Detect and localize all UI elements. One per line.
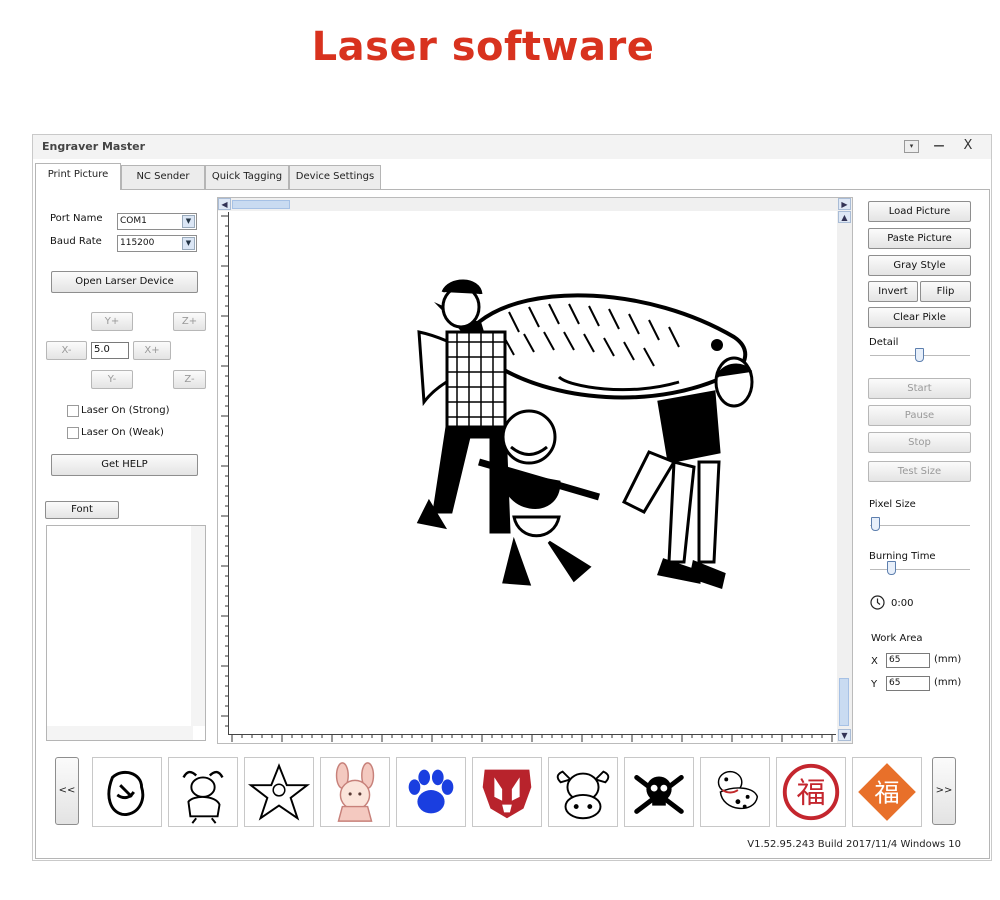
fu-diamond-text: 福 [874, 779, 899, 808]
fu-seal-text: 福 [796, 776, 825, 810]
chevron-down-icon: ▼ [182, 215, 195, 228]
test-size-button[interactable]: Test Size [868, 461, 971, 482]
pixel-size-label: Pixel Size [869, 499, 916, 510]
fu-diamond-icon[interactable]: 福 [852, 757, 922, 827]
title-bar: Engraver Master ▾ — X [33, 135, 991, 159]
laser-strong-checkbox[interactable] [67, 405, 79, 417]
text-area[interactable] [46, 525, 206, 741]
burning-time-slider[interactable] [887, 561, 897, 575]
bunny-girl-icon[interactable] [320, 757, 390, 827]
clear-pixle-button[interactable]: Clear Pixle [868, 307, 971, 328]
autobot-logo-icon[interactable] [472, 757, 542, 827]
start-button[interactable]: Start [868, 378, 971, 399]
burning-time-slider-track [870, 569, 970, 571]
tab-nc-sender[interactable]: NC Sender [121, 165, 205, 189]
chevron-down-icon: ▼ [182, 237, 195, 250]
dalmatian-icon[interactable] [700, 757, 770, 827]
work-area-y-input[interactable]: 65 [886, 676, 930, 691]
window-title: Engraver Master [42, 140, 146, 153]
canvas-hscroll-thumb[interactable] [232, 200, 290, 209]
gallery-next-button[interactable]: >> [932, 757, 956, 825]
detail-slider[interactable] [915, 348, 924, 362]
load-picture-button[interactable]: Load Picture [868, 201, 971, 222]
port-name-select[interactable]: COM1 ▼ [117, 213, 197, 230]
jog-step-input[interactable]: 5.0 [91, 342, 129, 359]
work-area-y-unit: (mm) [934, 677, 962, 688]
baud-rate-value: 115200 [120, 238, 155, 248]
canvas-hscrollbar[interactable]: ◀ [218, 198, 838, 211]
gallery-prev-button[interactable]: << [55, 757, 79, 825]
work-area-y-label: Y [871, 679, 878, 690]
text-area-scrollbar[interactable] [191, 526, 205, 726]
work-area-label: Work Area [871, 633, 923, 644]
text-area-hscrollbar[interactable] [47, 726, 193, 740]
burning-time-label: Burning Time [869, 551, 936, 562]
bull-icon[interactable] [168, 757, 238, 827]
scroll-down-icon[interactable]: ▼ [838, 729, 851, 741]
clock-icon [870, 595, 885, 610]
scroll-right-icon[interactable]: ▶ [838, 198, 851, 210]
font-button[interactable]: Font [45, 501, 119, 519]
work-area-x-input[interactable]: 65 [886, 653, 930, 668]
jog-z-plus-button[interactable]: Z+ [173, 312, 206, 331]
work-area-x-unit: (mm) [934, 654, 962, 665]
close-button[interactable]: X [957, 138, 979, 154]
scroll-left-icon[interactable]: ◀ [218, 198, 231, 210]
canvas-vscrollbar[interactable]: ▶ ▲ ▼ [837, 198, 852, 743]
canvas-vscroll-thumb[interactable] [839, 678, 849, 726]
engraving-image [416, 279, 754, 589]
page-title: Laser software [311, 24, 655, 70]
laser-weak-checkbox[interactable] [67, 427, 79, 439]
timer-value: 0:00 [891, 598, 914, 609]
port-name-label: Port Name [50, 213, 103, 224]
minimize-button[interactable]: — [928, 138, 950, 154]
tab-print-picture[interactable]: Print Picture [35, 163, 121, 190]
port-name-value: COM1 [120, 216, 147, 226]
jog-y-plus-button[interactable]: Y+ [91, 312, 133, 331]
picture-gallery: << 福 福 >> [50, 755, 975, 827]
jog-z-minus-button[interactable]: Z- [173, 370, 206, 389]
pixel-size-slider[interactable] [870, 517, 880, 531]
detail-label: Detail [869, 337, 899, 348]
jog-x-plus-button[interactable]: X+ [133, 341, 171, 360]
gray-style-button[interactable]: Gray Style [868, 255, 971, 276]
tab-device-settings[interactable]: Device Settings [289, 165, 381, 189]
dropdown-icon[interactable]: ▾ [904, 140, 919, 153]
app-window: Engraver Master ▾ — X Print Picture NC S… [32, 134, 992, 861]
cow-face-icon[interactable] [548, 757, 618, 827]
flip-button[interactable]: Flip [920, 281, 971, 302]
baud-rate-select[interactable]: 115200 ▼ [117, 235, 197, 252]
jog-x-minus-button[interactable]: X- [46, 341, 87, 360]
star-warrior-icon[interactable] [244, 757, 314, 827]
horizontal-ruler [231, 735, 833, 742]
fu-seal-icon[interactable]: 福 [776, 757, 846, 827]
engraving-canvas[interactable] [228, 212, 836, 735]
pause-button[interactable]: Pause [868, 405, 971, 426]
vertical-ruler [221, 215, 228, 727]
paw-print-icon[interactable] [396, 757, 466, 827]
baud-rate-label: Baud Rate [50, 236, 102, 247]
status-text: V1.52.95.243 Build 2017/11/4 Windows 10 [747, 839, 961, 850]
skull-crossbones-icon[interactable] [624, 757, 694, 827]
invert-button[interactable]: Invert [868, 281, 918, 302]
laser-weak-label: Laser On (Weak) [81, 427, 164, 438]
open-laser-device-button[interactable]: Open Larser Device [51, 271, 198, 293]
stop-button[interactable]: Stop [868, 432, 971, 453]
pixel-size-slider-track [870, 525, 970, 527]
laser-strong-label: Laser On (Strong) [81, 405, 170, 416]
work-area-x-label: X [871, 656, 878, 667]
get-help-button[interactable]: Get HELP [51, 454, 198, 476]
canvas-frame: ◀ ▶ ▲ ▼ [217, 197, 853, 744]
tab-quick-tagging[interactable]: Quick Tagging [205, 165, 289, 189]
jog-y-minus-button[interactable]: Y- [91, 370, 133, 389]
print-picture-panel: Port Name COM1 ▼ Baud Rate 115200 ▼ Open… [35, 189, 990, 859]
tab-bar: Print Picture NC Sender Quick Tagging De… [35, 163, 993, 190]
scroll-up-icon[interactable]: ▲ [838, 211, 851, 223]
pointing-hand-icon[interactable] [92, 757, 162, 827]
paste-picture-button[interactable]: Paste Picture [868, 228, 971, 249]
